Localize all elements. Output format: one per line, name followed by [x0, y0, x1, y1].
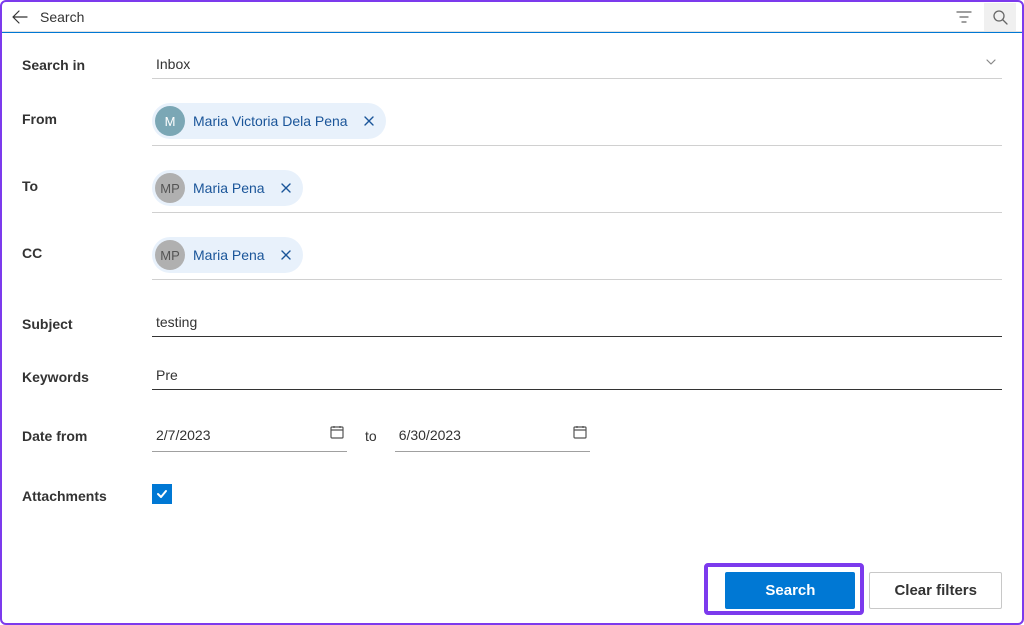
search-in-select[interactable]: Inbox — [152, 49, 1002, 79]
search-icon — [992, 9, 1008, 25]
avatar: M — [155, 106, 185, 136]
subject-label: Subject — [22, 308, 152, 332]
search-form: Search in Inbox From M Maria Victoria De… — [2, 33, 1022, 504]
chip-name: Maria Victoria Dela Pena — [193, 113, 348, 129]
footer-buttons: Search Clear filters — [725, 572, 1002, 609]
to-field[interactable]: MP Maria Pena — [152, 168, 1002, 213]
calendar-icon — [329, 424, 345, 445]
chip-name: Maria Pena — [193, 180, 265, 196]
chip-remove-button[interactable] — [277, 246, 295, 264]
header-title: Search — [40, 9, 84, 25]
subject-input[interactable] — [152, 308, 1002, 337]
cc-field[interactable]: MP Maria Pena — [152, 235, 1002, 280]
from-label: From — [22, 103, 152, 127]
person-chip: M Maria Victoria Dela Pena — [152, 103, 386, 139]
date-from-input[interactable]: 2/7/2023 — [152, 420, 347, 452]
close-icon — [363, 115, 375, 127]
date-from-value: 2/7/2023 — [156, 427, 211, 443]
checkmark-icon — [155, 487, 169, 501]
header-bar: Search — [2, 2, 1022, 32]
avatar: MP — [155, 240, 185, 270]
chip-name: Maria Pena — [193, 247, 265, 263]
attachments-checkbox[interactable] — [152, 484, 172, 504]
search-in-label: Search in — [22, 49, 152, 73]
date-from-label: Date from — [22, 420, 152, 444]
date-to-label: to — [365, 428, 377, 444]
filter-icon — [956, 9, 972, 25]
person-chip: MP Maria Pena — [152, 237, 303, 273]
person-chip: MP Maria Pena — [152, 170, 303, 206]
search-button[interactable]: Search — [725, 572, 855, 609]
close-icon — [280, 182, 292, 194]
chevron-down-icon — [984, 55, 998, 72]
arrow-left-icon — [12, 9, 28, 25]
close-icon — [280, 249, 292, 261]
filter-button[interactable] — [950, 3, 978, 31]
attachments-label: Attachments — [22, 480, 152, 504]
search-in-value: Inbox — [156, 56, 190, 72]
to-label: To — [22, 170, 152, 194]
calendar-icon — [572, 424, 588, 445]
chip-remove-button[interactable] — [277, 179, 295, 197]
chip-remove-button[interactable] — [360, 112, 378, 130]
date-to-input[interactable]: 6/30/2023 — [395, 420, 590, 452]
search-icon-button[interactable] — [984, 3, 1016, 31]
keywords-input[interactable] — [152, 361, 1002, 390]
keywords-label: Keywords — [22, 361, 152, 385]
date-to-value: 6/30/2023 — [399, 427, 461, 443]
cc-label: CC — [22, 237, 152, 261]
clear-filters-button[interactable]: Clear filters — [869, 572, 1002, 609]
avatar: MP — [155, 173, 185, 203]
from-field[interactable]: M Maria Victoria Dela Pena — [152, 101, 1002, 146]
back-button[interactable] — [8, 5, 32, 29]
